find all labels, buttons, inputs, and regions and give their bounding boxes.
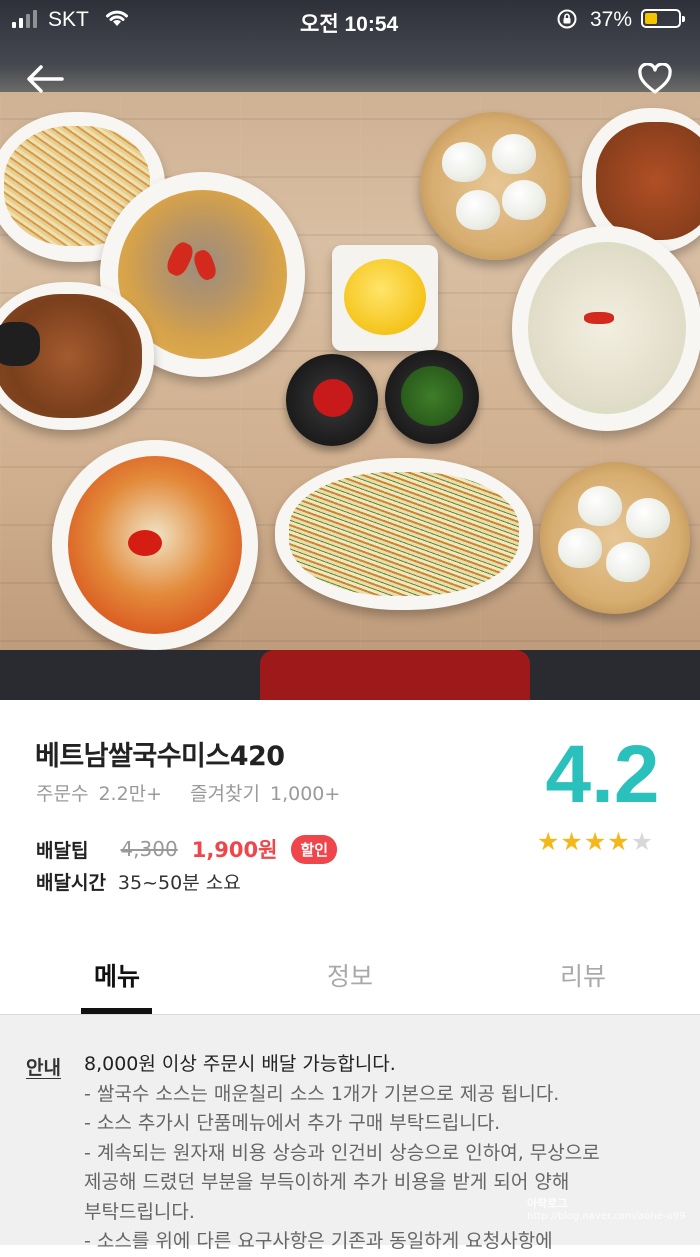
- carrier-label: SKT: [48, 8, 89, 31]
- favorites-value: 1,000+: [270, 783, 341, 805]
- star-empty-icon: ★: [630, 827, 655, 856]
- delivery-tip-label: 배달팁: [36, 839, 89, 862]
- watermark-url: http://blog.naver.com/aohe-o99: [527, 1211, 686, 1222]
- tab-info[interactable]: 정보: [233, 957, 467, 993]
- dumpling-steamer-bottom: [540, 462, 690, 614]
- delivery-time-value: 35~50분 소요: [117, 872, 241, 894]
- stir-fried-noodle-plate-center: [275, 458, 533, 610]
- spicy-pho-bowl: [52, 440, 258, 650]
- star-icon: ★: [607, 827, 631, 856]
- tab-menu[interactable]: 메뉴: [0, 957, 234, 993]
- notice-heading: 8,000원 이상 주문시 배달 가능합니다.: [84, 1053, 396, 1075]
- notice-line: - 소스 추가시 단품메뉴에서 추가 구매 부탁드립니다.: [84, 1112, 501, 1134]
- signal-icon: [12, 10, 37, 28]
- tab-reviews[interactable]: 리뷰: [466, 957, 700, 993]
- back-button[interactable]: [22, 58, 68, 100]
- star-icon: ★: [583, 827, 608, 856]
- battery-level-fill: [645, 13, 657, 24]
- notice-line: 제공해 드렸던 부분을 부득이하게 추가 비용을 받게 되어 양해: [84, 1171, 570, 1193]
- star-icon: ★: [537, 827, 561, 856]
- rating-score: 4.2: [545, 729, 660, 820]
- star-icon: ★: [560, 827, 584, 856]
- notice-tag: 안내: [26, 1057, 61, 1079]
- heart-outline-icon: [638, 63, 672, 94]
- notice-line: - 계속되는 원자재 비용 상승과 인건비 상승으로 인하여, 무상으로: [84, 1141, 600, 1164]
- battery-percent: 37%: [590, 8, 633, 31]
- wifi-icon: [104, 8, 130, 34]
- notice-line: - 쌀국수 소스는 매운칠리 소스 1개가 기본으로 제공 됩니다.: [84, 1082, 560, 1105]
- store-hero-image: [0, 0, 700, 700]
- pickled-radish-dish: [332, 245, 438, 351]
- discount-badge: 할인: [291, 834, 338, 864]
- orientation-lock-icon: [556, 8, 578, 36]
- store-tabs: 메뉴 정보 리뷰: [0, 935, 700, 1015]
- orders-value: 2.2만+: [98, 783, 163, 805]
- delivery-tip-original: 4,300: [120, 837, 178, 861]
- cilantro-bowl: [385, 350, 479, 444]
- orders-label: 주문수: [36, 783, 89, 805]
- store-stats: 주문수 2.2만+ 즐겨찾기 1,000+: [36, 779, 350, 806]
- rating-stars: ★★★★★: [537, 827, 654, 856]
- arrow-left-icon: [27, 65, 64, 93]
- watermark-title: 아락로그: [527, 1197, 568, 1210]
- chili-sauce-bowl: [286, 354, 378, 446]
- blog-watermark: 아락로그 http://blog.naver.com/aohe-o99: [527, 1198, 685, 1223]
- delivery-time-label: 배달시간: [36, 872, 106, 894]
- notice-line: - 소스를 위에 다른 요구사항은 기존과 동일하게 요청사항에: [84, 1230, 553, 1252]
- status-bar: SKT 오전 10:54 37%: [0, 0, 700, 40]
- dumpling-steamer-top: [420, 112, 570, 260]
- red-cloth: [260, 650, 530, 700]
- battery-icon: [641, 9, 685, 28]
- store-name: 베트남쌀국수미스420: [35, 741, 285, 772]
- clock-time: 오전 10:54: [300, 13, 399, 36]
- delivery-tip-row: 배달팁 4,300 1,900원 할인: [36, 834, 338, 864]
- favorite-button[interactable]: [632, 58, 678, 100]
- delivery-time-row: 배달시간 35~50분 소요: [36, 868, 241, 895]
- pho-bowl-chicken: [512, 226, 700, 431]
- delivery-tip-discounted: 1,900원: [191, 838, 278, 862]
- favorites-label: 즐겨찾기: [190, 783, 260, 805]
- notice-text: 8,000원 이상 주문시 배달 가능합니다. - 쌀국수 소스는 매운칠리 소…: [84, 1050, 674, 1257]
- fried-rice-plate-left: [0, 282, 154, 430]
